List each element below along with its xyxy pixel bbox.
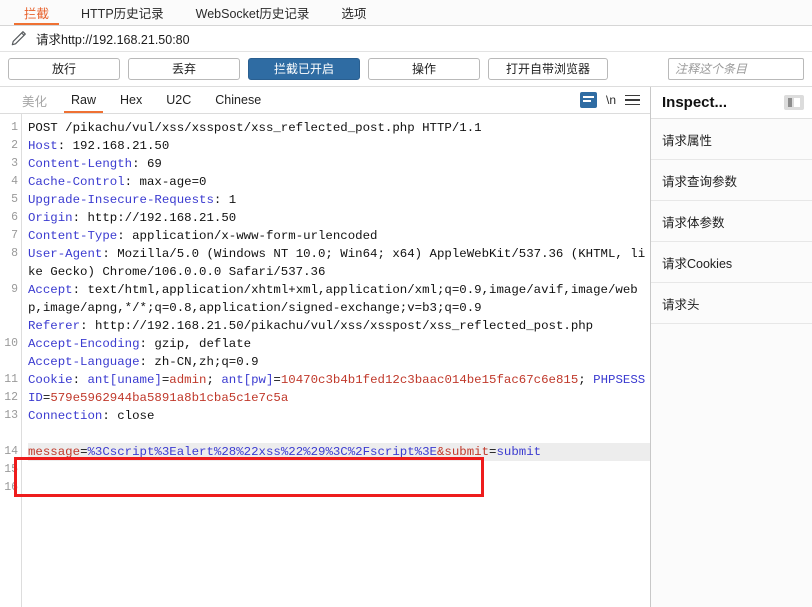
line-number bbox=[0, 425, 21, 443]
code-line: Referer: http://192.168.21.50/pikachu/vu… bbox=[28, 319, 594, 333]
raw-request-editor[interactable]: 1 2 3 4 5 6 7 8 9 10 11 12 13 14 15 16 P… bbox=[0, 114, 650, 607]
line-number: 9 bbox=[11, 283, 18, 296]
tab-pretty[interactable]: 美化 bbox=[10, 87, 59, 113]
intercept-toggle-button[interactable]: 拦截已开启 bbox=[248, 58, 360, 80]
editor-tools: \n bbox=[579, 87, 650, 113]
tab-websocket-history-label: WebSocket历史记录 bbox=[195, 7, 310, 21]
request-editor-pane: 美化 Raw Hex U2C Chinese \n 1 2 3 4 5 6 7 … bbox=[0, 87, 651, 607]
line-number bbox=[0, 299, 21, 317]
code-line: Accept-Encoding: gzip, deflate bbox=[28, 337, 252, 351]
line-number-gutter: 1 2 3 4 5 6 7 8 9 10 11 12 13 14 15 16 bbox=[0, 114, 22, 607]
open-browser-button[interactable]: 打开自带浏览器 bbox=[488, 58, 608, 80]
inspect-empty-area bbox=[651, 324, 812, 607]
pencil-icon[interactable] bbox=[10, 30, 27, 47]
panel-layout-icon[interactable] bbox=[784, 95, 804, 110]
code-line: Cache-Control: max-age=0 bbox=[28, 175, 207, 189]
inspect-item-query-parameters[interactable]: 请求查询参数 bbox=[651, 160, 812, 201]
line-number: 15 bbox=[4, 463, 18, 476]
request-raw-text[interactable]: POST /pikachu/vul/xss/xsspost/xss_reflec… bbox=[22, 114, 650, 607]
tab-raw-label: Raw bbox=[71, 93, 97, 107]
line-number bbox=[0, 317, 21, 335]
inspect-item-label: 请求体参数 bbox=[662, 215, 725, 230]
inspect-pane: Inspect... 请求属性 请求查询参数 请求体参数 请求Cookies 请… bbox=[651, 87, 812, 607]
editor-tab-bar: 美化 Raw Hex U2C Chinese \n bbox=[0, 87, 650, 114]
inspect-header: Inspect... bbox=[651, 87, 812, 119]
line-number: 14 bbox=[4, 445, 18, 458]
tab-http-history-label: HTTP历史记录 bbox=[81, 7, 164, 21]
tab-chinese-label: Chinese bbox=[215, 93, 262, 107]
tab-u2c-label: U2C bbox=[166, 93, 192, 107]
inspect-item-request-cookies[interactable]: 请求Cookies bbox=[651, 242, 812, 283]
tab-http-history[interactable]: HTTP历史记录 bbox=[65, 0, 180, 25]
inspect-item-label: 请求Cookies bbox=[662, 256, 733, 271]
line-number: 12 bbox=[4, 391, 18, 404]
inspect-item-label: 请求查询参数 bbox=[662, 174, 738, 189]
hamburger-menu-icon[interactable] bbox=[625, 94, 640, 106]
code-line-body: message=%3Cscript%3Ealert%28%22xss%22%29… bbox=[28, 443, 650, 461]
tab-chinese[interactable]: Chinese bbox=[203, 87, 273, 113]
inspect-item-request-attributes[interactable]: 请求属性 bbox=[651, 119, 812, 160]
line-number: 11 bbox=[4, 373, 18, 386]
line-number: 2 bbox=[11, 139, 18, 152]
inspect-item-body-parameters[interactable]: 请求体参数 bbox=[651, 201, 812, 242]
tab-hex-label: Hex bbox=[120, 93, 143, 107]
line-number: 16 bbox=[4, 481, 18, 494]
inspect-item-label: 请求属性 bbox=[662, 133, 713, 148]
line-number bbox=[0, 353, 21, 371]
tab-intercept[interactable]: 拦截 bbox=[8, 0, 65, 25]
inspect-item-label: 请求头 bbox=[662, 297, 700, 312]
action-menu-button[interactable]: 操作 bbox=[368, 58, 480, 80]
code-line: Connection: close bbox=[28, 409, 155, 423]
code-line: Accept-Language: zh-CN,zh;q=0.9 bbox=[28, 355, 259, 369]
newline-toggle[interactable]: \n bbox=[606, 93, 616, 107]
code-line: Host: 192.168.21.50 bbox=[28, 139, 170, 153]
code-line: User-Agent: Mozilla/5.0 (Windows NT 10.0… bbox=[28, 247, 646, 279]
action-button-row: 放行 丢弃 拦截已开启 操作 打开自带浏览器 bbox=[0, 52, 812, 87]
tab-pretty-label: 美化 bbox=[22, 94, 48, 109]
line-number bbox=[0, 263, 21, 281]
code-line: Upgrade-Insecure-Requests: 1 bbox=[28, 193, 237, 207]
code-line: POST /pikachu/vul/xss/xsspost/xss_reflec… bbox=[28, 121, 482, 135]
tab-hex[interactable]: Hex bbox=[108, 87, 154, 113]
line-number: 8 bbox=[11, 247, 18, 260]
line-number: 4 bbox=[11, 175, 18, 188]
tab-u2c[interactable]: U2C bbox=[154, 87, 203, 113]
main-tab-bar: 拦截 HTTP历史记录 WebSocket历史记录 选项 bbox=[0, 0, 812, 26]
tab-raw[interactable]: Raw bbox=[59, 87, 108, 113]
line-number: 6 bbox=[11, 211, 18, 224]
line-number: 7 bbox=[11, 229, 18, 242]
code-line: Content-Type: application/x-www-form-url… bbox=[28, 229, 378, 243]
content-split: 美化 Raw Hex U2C Chinese \n 1 2 3 4 5 6 7 … bbox=[0, 87, 812, 607]
code-line: Content-Length: 69 bbox=[28, 157, 162, 171]
tab-websocket-history[interactable]: WebSocket历史记录 bbox=[180, 0, 326, 25]
tab-intercept-label: 拦截 bbox=[24, 7, 50, 21]
code-line: Accept: text/html,application/xhtml+xml,… bbox=[28, 283, 638, 315]
burp-suite-window: 拦截 HTTP历史记录 WebSocket历史记录 选项 请求http://19… bbox=[0, 0, 812, 607]
comment-input[interactable] bbox=[668, 58, 804, 80]
tab-options[interactable]: 选项 bbox=[325, 0, 382, 25]
drop-button[interactable]: 丢弃 bbox=[128, 58, 240, 80]
inspect-item-request-headers[interactable]: 请求头 bbox=[651, 283, 812, 324]
line-number: 13 bbox=[4, 409, 18, 422]
line-number: 5 bbox=[11, 193, 18, 206]
word-wrap-icon[interactable] bbox=[579, 92, 597, 108]
line-number: 3 bbox=[11, 157, 18, 170]
code-line: Origin: http://192.168.21.50 bbox=[28, 211, 237, 225]
code-line: Cookie: ant[uname]=admin; ant[pw]=10470c… bbox=[28, 373, 646, 405]
line-number: 1 bbox=[11, 121, 18, 134]
inspect-title: Inspect... bbox=[662, 94, 728, 111]
request-url-text: 请求http://192.168.21.50:80 bbox=[36, 33, 190, 47]
tab-options-label: 选项 bbox=[341, 7, 367, 21]
forward-button[interactable]: 放行 bbox=[8, 58, 120, 80]
request-url-row: 请求http://192.168.21.50:80 bbox=[0, 26, 812, 52]
line-number: 10 bbox=[4, 337, 18, 350]
